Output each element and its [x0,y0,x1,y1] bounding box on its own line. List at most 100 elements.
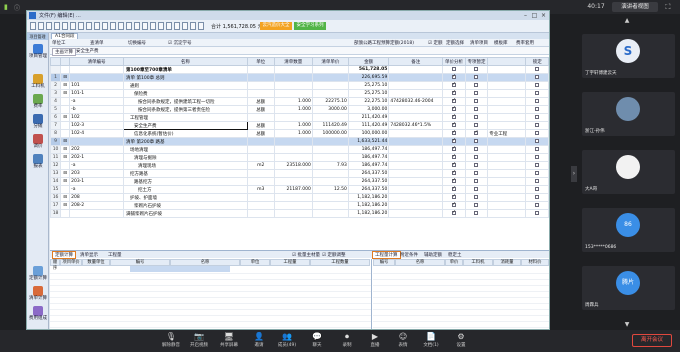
column-header[interactable]: 单位 [246,57,275,66]
lock-checkbox[interactable] [535,98,540,103]
bill-name[interactable]: 挖方路基 [123,169,248,178]
column-header[interactable]: 备注 [388,57,444,66]
open-file-icon[interactable] [38,22,44,30]
row-checkbox[interactable] [474,210,479,215]
table-row[interactable]: 13 ⊟ 203 挖方路基 264,337.50 [49,169,549,178]
expand-toggle[interactable]: ⊟ [60,113,71,122]
resource-column-header[interactable]: 材料价 [521,259,549,266]
new-file-icon[interactable] [30,22,36,30]
cut-icon[interactable] [54,22,60,30]
info-icon[interactable]: ⓘ [14,3,20,12]
leave-meeting-button[interactable]: 离开会议 [632,334,672,347]
bill-name[interactable]: 安全生产费 [123,121,248,130]
align-left-icon[interactable] [158,22,164,30]
scroll-up-icon[interactable]: ▲ [620,18,634,24]
quota-library-select[interactable]: 部颁公路工程预算定额(2018) [354,40,414,46]
app-menu[interactable]: 文件(F) 编辑(E) ... [39,12,81,19]
bottom-tab-3[interactable]: ☑ 批量主材量 [292,252,320,258]
lock-checkbox[interactable] [535,122,540,127]
row-checkbox[interactable] [474,90,479,95]
row-checkbox[interactable] [452,139,456,143]
row-checkbox[interactable] [452,203,456,207]
lock-checkbox[interactable] [535,210,540,215]
row-checkbox[interactable] [474,178,479,183]
table-row[interactable]: 7 102-3 安全生产费 总额 1.000 111420.49 111,420.49 742… [49,121,549,130]
chat-button[interactable]: 💬 聊天 [304,332,330,350]
format-icon[interactable] [182,22,188,30]
lock-checkbox[interactable] [535,178,540,183]
sidebar-item-2[interactable]: 费率 [28,93,48,113]
down-icon[interactable] [118,22,124,30]
bill-name[interactable]: 第100章至700章清单 [123,65,248,74]
lock-checkbox[interactable] [535,138,540,143]
row-checkbox[interactable] [474,162,479,167]
quota-column-header[interactable]: 顺序 [50,259,60,271]
copy-icon[interactable] [62,22,68,30]
find-icon[interactable] [126,22,132,30]
quota-column-header[interactable]: 工程量 [270,259,310,266]
bill-name[interactable]: 路基挖方 [123,177,248,186]
bill-name[interactable]: 保险费 [123,89,248,98]
bottom-tab-8[interactable]: 稳定土 [448,252,462,258]
table-row[interactable]: 8 102-4 信息化系统(暂估价) 总额 1.000 100000.00 100,000.… [49,129,549,138]
row-checkbox[interactable] [474,66,479,71]
unit-price-button[interactable]: 单位工 [52,40,66,46]
cost-library-button[interactable]: 云汽造价大全 [260,22,292,30]
sidebar-item-6[interactable]: 定额计算 [28,265,48,285]
row-checkbox[interactable] [452,163,456,167]
delete-icon[interactable] [102,22,108,30]
bill-name[interactable]: 按合同条款规定，提供第三者责任险 [123,105,248,114]
expand-toggle[interactable]: ⊟ [60,169,71,178]
bill-name[interactable]: 清单 第100章 总则 [123,73,248,82]
lock-checkbox[interactable] [535,162,540,167]
participant-tile[interactable]: 浙江-孙伟 [582,92,675,136]
lock-checkbox[interactable] [535,90,540,95]
bill-name[interactable]: 清理与掘除 [123,153,248,162]
row-checkbox[interactable] [452,187,456,191]
table-row[interactable]: 9 ⊟ 清单 第200章 路基 1,633,521.44 [49,137,549,146]
lock-checkbox[interactable] [535,202,540,207]
resource-column-header[interactable]: 名称 [395,259,445,266]
column-header[interactable]: 清单编号 [69,57,125,66]
quota-select-button[interactable]: 定额选择 [446,40,464,46]
participant-tile[interactable]: 大A哥 [582,150,675,194]
check-bill-button[interactable]: 查清单 [90,40,104,46]
lock-checkbox[interactable] [535,194,540,199]
bill-name[interactable]: 清理现场 [123,161,248,170]
quota-checkbox[interactable]: ☑ 定额 [428,40,442,46]
expand-toggle[interactable]: ⊟ [60,145,71,154]
table-row[interactable]: 12 -a 清理现场 m2 23518.000 7.93 186,497.74 [49,161,549,170]
quota-column-header[interactable]: 编号 [110,259,170,266]
quota-column-header[interactable]: 单位 [240,259,270,266]
row-checkbox[interactable] [474,186,479,191]
signal-icon[interactable]: ▮ [4,3,12,11]
lock-checkbox[interactable] [535,130,540,135]
expand-toggle[interactable]: ⊟ [60,193,71,202]
table-row[interactable]: 15 -a 挖土方 m3 21187.000 12.50 264,337.50 [49,185,549,194]
row-checkbox[interactable] [474,154,479,159]
row-checkbox[interactable] [474,82,479,87]
table-row[interactable]: 4 -a 按合同条款规定，提供建筑工程一切险 总额 1.000 22275.10 22,27… [49,97,549,106]
sidebar-item-1[interactable]: 工料机 [28,73,48,93]
expand-toggle[interactable]: ⊟ [60,177,71,186]
row-checkbox[interactable] [474,114,479,119]
invite-button[interactable]: 👤 邀请 [246,332,272,350]
main-calc-button[interactable]: 主画计算 [52,48,76,56]
table-row[interactable]: 2 ⊟ 101 通则 25,275.10 [49,81,549,90]
sidebar-item-7[interactable]: 清单计算 [28,285,48,305]
row-checkbox[interactable] [474,146,479,151]
table-row[interactable]: 17 ⊟ 208-2 浆砌片石护坡 1,182,186.20 [49,201,549,210]
settings-button[interactable]: ⚙ 设置 [448,332,474,350]
table-row[interactable]: 18 满铺浆砌片石护坡 1,182,186.20 [49,209,549,218]
bill-name[interactable]: 通则 [123,81,248,90]
lock-checkbox[interactable] [535,66,540,71]
live-button[interactable]: ▶ 直播 [362,332,388,350]
quota-column-header[interactable]: 名称 [170,259,240,266]
redo-icon[interactable] [86,22,92,30]
bill-name[interactable]: 场地清理 [123,145,248,154]
bottom-tab-4[interactable]: ☑ 定额调整 [322,252,345,258]
rate-apply-button[interactable]: 费率套用 [516,40,534,46]
column-header[interactable]: 金额 [347,57,390,66]
bill-name[interactable]: 按合同条款规定，提供建筑工程一切险 [123,97,248,106]
table-row[interactable]: 16 ⊟ 208 护坡、护面墙 1,182,186.20 [49,193,549,202]
